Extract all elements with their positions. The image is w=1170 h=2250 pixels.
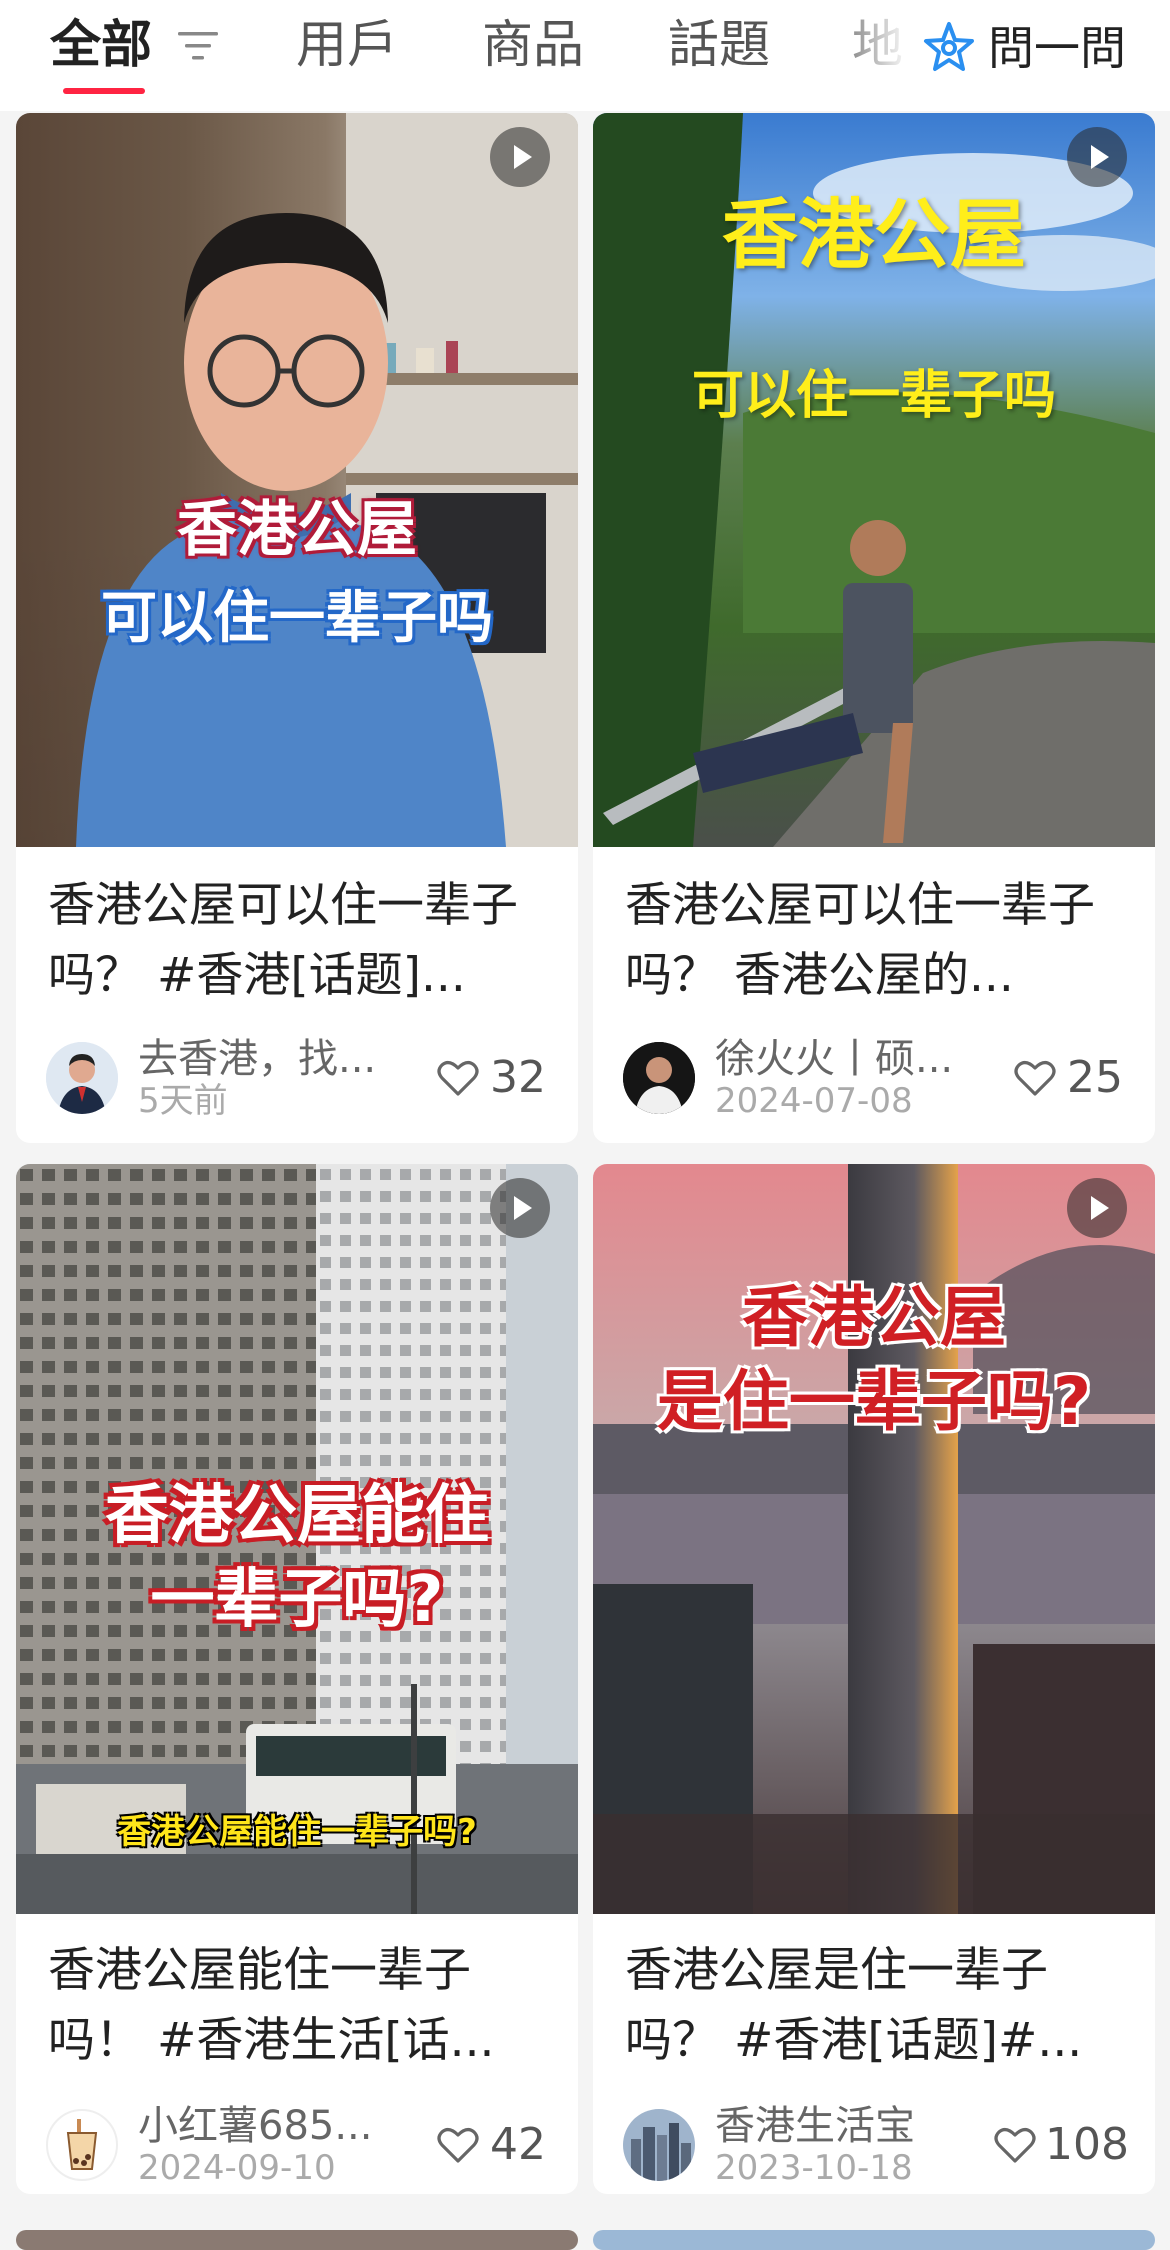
note-card[interactable]: 香港公屋 是住一辈子吗? 香港公屋是住一辈子吗？ #香港[话题]#... 香港生…: [593, 1164, 1155, 2194]
note-title[interactable]: 香港公屋是住一辈子吗？ #香港[话题]#...: [625, 1936, 1125, 2076]
author-name[interactable]: 徐火火丨硕...: [715, 1036, 985, 1082]
video-cover[interactable]: 香港公屋 是住一辈子吗?: [593, 1164, 1155, 1914]
cover-caption-line-1: 香港公屋: [177, 495, 417, 565]
ask-sparkle-icon: [924, 22, 974, 71]
post-date: 5天前: [138, 1081, 228, 1121]
like-heart-icon[interactable]: [436, 1058, 480, 1098]
like-heart-icon[interactable]: [436, 2125, 480, 2165]
note-card-partial[interactable]: [593, 2230, 1155, 2250]
cover-caption-line-1: 香港公屋能住: [105, 1479, 489, 1553]
cover-illustration: [76, 113, 578, 847]
note-title[interactable]: 香港公屋能住一辈子吗！ #香港生活[话...: [48, 1936, 548, 2076]
like-count: 108: [1045, 2119, 1129, 2170]
play-icon: [490, 127, 550, 187]
like-count: 25: [1067, 1052, 1123, 1103]
note-title[interactable]: 香港公屋可以住一辈子吗？ 香港公屋的...: [625, 871, 1125, 1011]
avatar-man-dark-icon: [623, 1042, 695, 1114]
author-name[interactable]: 去香港，找...: [138, 1036, 408, 1082]
author-avatar[interactable]: [46, 2109, 118, 2181]
tab-products[interactable]: 商品: [482, 14, 584, 78]
author-avatar[interactable]: [46, 1042, 118, 1114]
tab-scroll-fade: [830, 0, 910, 100]
cover-caption-line-1: 香港公屋: [722, 190, 1026, 279]
cover-caption-line-3: 香港公屋能住一辈子吗?: [117, 1812, 477, 1852]
tab-topics[interactable]: 話題: [668, 14, 770, 78]
video-cover: [16, 2230, 578, 2250]
note-card-partial[interactable]: [16, 2230, 578, 2250]
like-heart-icon[interactable]: [1013, 1058, 1057, 1098]
avatar-bubble-tea-icon: [66, 2119, 98, 2170]
post-date: 2024-07-08: [715, 1081, 913, 1121]
ask-button-label: 問一問: [988, 21, 1126, 75]
note-card[interactable]: 香港公屋 可以住一辈子吗 香港公屋可以住一辈子吗？ 香港公屋的... 徐火火丨硕…: [593, 113, 1155, 1143]
like-count: 32: [490, 1052, 546, 1103]
post-date: 2024-09-10: [138, 2148, 336, 2188]
cover-caption-line-1: 香港公屋: [742, 1279, 1006, 1356]
play-icon: [1067, 127, 1127, 187]
note-title[interactable]: 香港公屋可以住一辈子吗？ #香港[话题]...: [48, 871, 548, 1011]
play-icon: [1067, 1178, 1127, 1238]
filter-icon[interactable]: [176, 26, 220, 66]
tab-all[interactable]: 全部: [50, 14, 152, 78]
note-card[interactable]: 香港公屋 可以住一辈子吗 香港公屋可以住一辈子吗？ #香港[话题]... 去香港…: [16, 113, 578, 1143]
author-avatar[interactable]: [623, 1042, 695, 1114]
avatar-man-suit-icon: [46, 1042, 118, 1114]
cover-caption-line-2: 可以住一辈子吗: [691, 366, 1056, 426]
author-name[interactable]: 香港生活宝: [715, 2103, 985, 2149]
video-cover[interactable]: 香港公屋能住 一辈子吗? 香港公屋能住一辈子吗?: [16, 1164, 578, 1914]
author-name[interactable]: 小红薯685...: [138, 2103, 408, 2149]
note-card[interactable]: 香港公屋能住 一辈子吗? 香港公屋能住一辈子吗? 香港公屋能住一辈子吗！ #香港…: [16, 1164, 578, 2194]
cover-caption-line-2: 可以住一辈子吗: [101, 586, 493, 651]
post-date: 2023-10-18: [715, 2148, 913, 2188]
ask-button[interactable]: 問一問: [908, 0, 1170, 100]
like-count: 42: [490, 2119, 546, 2170]
cover-caption-line-2: 一辈子吗?: [150, 1563, 444, 1637]
author-avatar[interactable]: [623, 2109, 695, 2181]
video-cover: [593, 2230, 1155, 2250]
video-cover[interactable]: 香港公屋 可以住一辈子吗: [593, 113, 1155, 847]
tab-users[interactable]: 用戶: [296, 14, 398, 78]
avatar-city-icon: [623, 2109, 695, 2181]
active-tab-indicator: [63, 88, 145, 94]
play-icon: [490, 1178, 550, 1238]
cover-caption-line-2: 是住一辈子吗?: [656, 1363, 1092, 1440]
search-tab-bar: 全部 用戶 商品 話題 地 問一問: [0, 0, 1170, 111]
like-heart-icon[interactable]: [993, 2125, 1037, 2165]
video-cover[interactable]: 香港公屋 可以住一辈子吗: [16, 113, 578, 847]
